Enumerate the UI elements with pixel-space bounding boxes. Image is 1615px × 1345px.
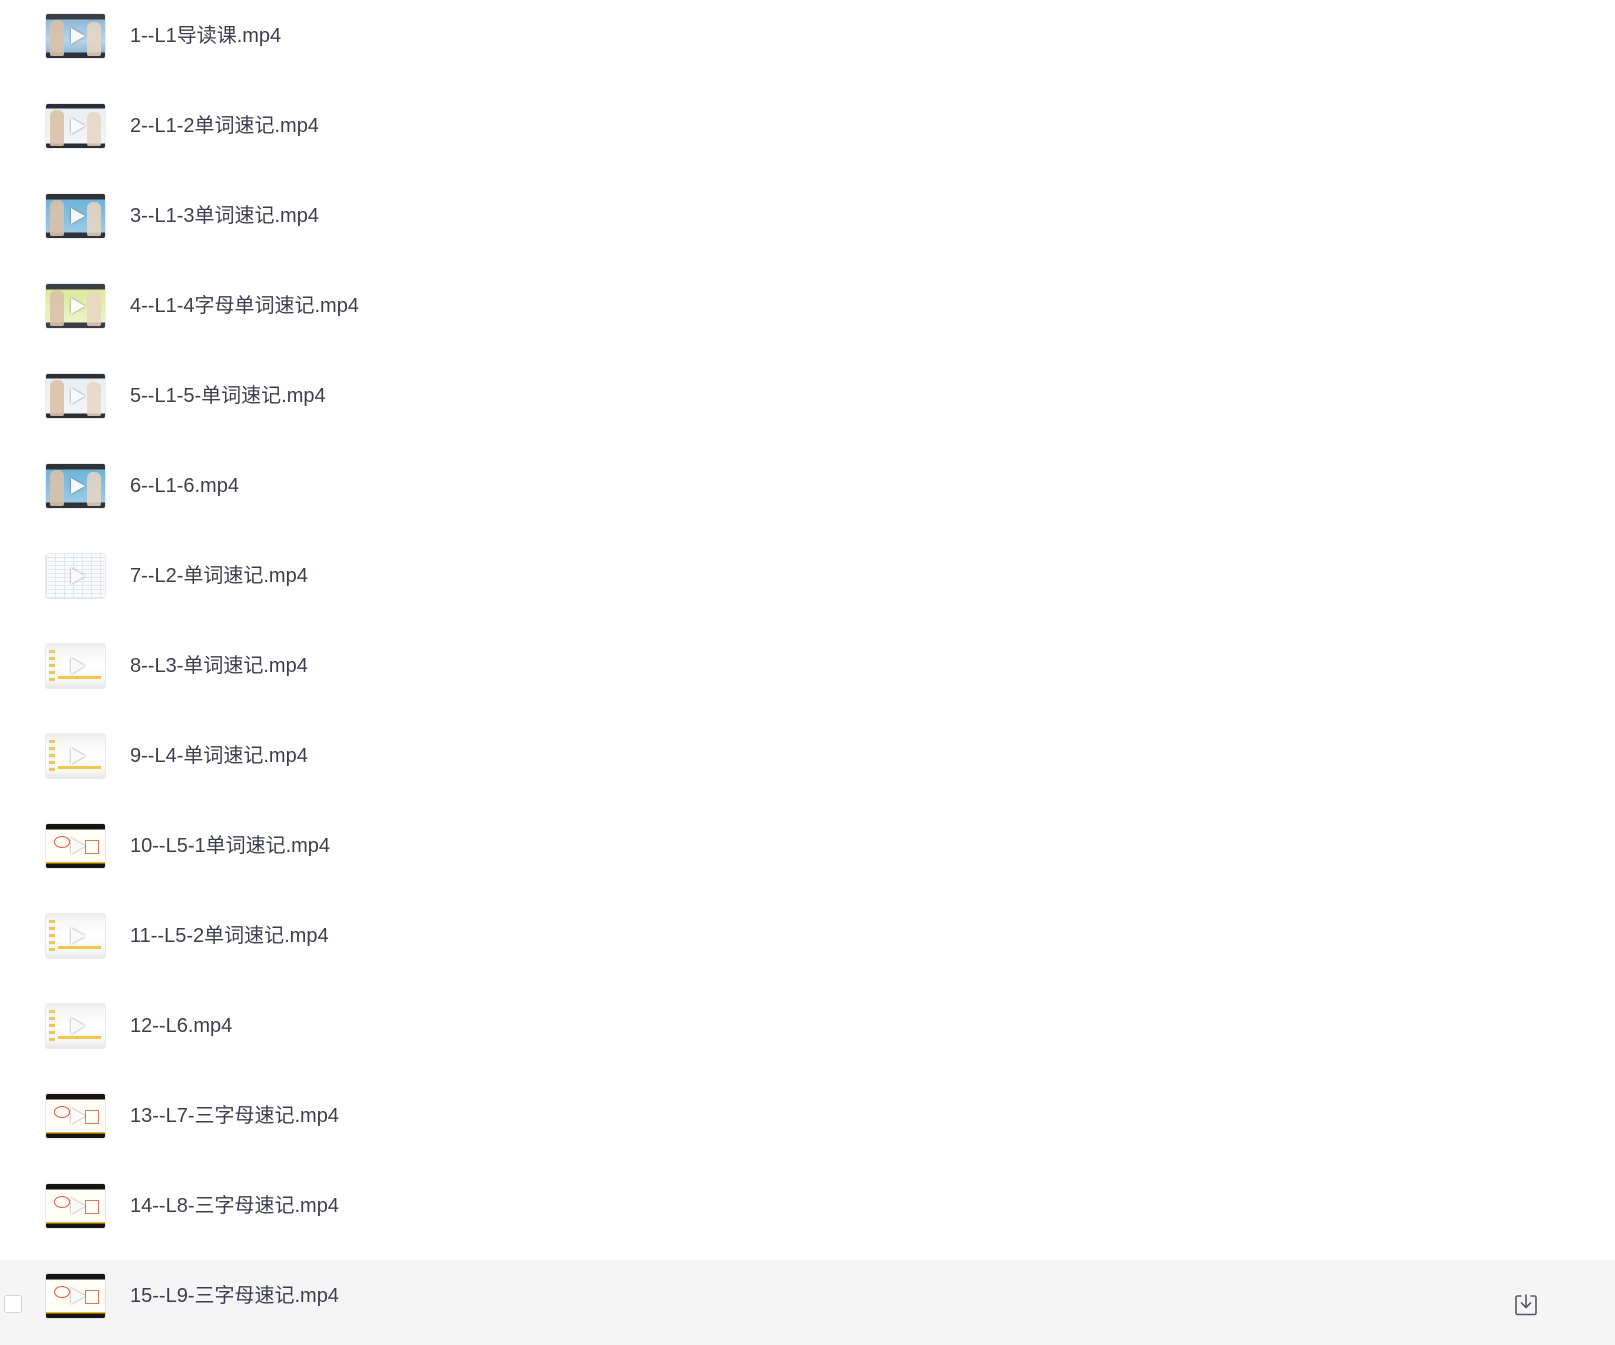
play-icon [70,388,85,404]
file-row-3[interactable]: 3--L1-3单词速记.mp4 [0,180,1615,270]
file-row-10[interactable]: 10--L5-1单词速记.mp4 [0,810,1615,900]
video-thumbnail[interactable] [46,1184,105,1228]
file-row-2[interactable]: 2--L1-2单词速记.mp4 [0,90,1615,180]
file-list: 1--L1导读课.mp4 2--L1-2单词速记.mp4 3--L1-3单词速记… [0,0,1615,1345]
play-icon [70,1018,85,1034]
video-thumbnail[interactable] [46,644,105,688]
video-thumbnail[interactable] [46,374,105,418]
video-thumbnail[interactable] [46,1274,105,1318]
video-thumbnail[interactable] [46,734,105,778]
file-name[interactable]: 2--L1-2单词速记.mp4 [130,112,319,140]
file-row-12[interactable]: 12--L6.mp4 [0,990,1615,1080]
video-thumbnail[interactable] [46,284,105,328]
file-name[interactable]: 1--L1导读课.mp4 [130,22,281,50]
file-name[interactable]: 3--L1-3单词速记.mp4 [130,202,319,230]
file-row-14[interactable]: 14--L8-三字母速记.mp4 [0,1170,1615,1260]
file-row-15[interactable]: 15--L9-三字母速记.mp4 [0,1260,1615,1345]
file-row-1[interactable]: 1--L1导读课.mp4 [0,0,1615,90]
play-icon [70,478,85,494]
video-thumbnail[interactable] [46,914,105,958]
file-name[interactable]: 5--L1-5-单词速记.mp4 [130,382,326,410]
download-icon[interactable] [1513,1292,1539,1318]
play-icon [70,928,85,944]
play-icon [70,568,85,584]
row-checkbox[interactable] [4,1295,22,1313]
video-thumbnail[interactable] [46,554,105,598]
play-icon [70,658,85,674]
play-icon [70,1288,85,1304]
play-icon [70,28,85,44]
file-name[interactable]: 13--L7-三字母速记.mp4 [130,1102,339,1130]
video-thumbnail[interactable] [46,14,105,58]
play-icon [70,118,85,134]
file-name[interactable]: 6--L1-6.mp4 [130,472,239,500]
video-thumbnail[interactable] [46,824,105,868]
file-name[interactable]: 11--L5-2单词速记.mp4 [130,922,329,950]
file-row-11[interactable]: 11--L5-2单词速记.mp4 [0,900,1615,990]
file-row-5[interactable]: 5--L1-5-单词速记.mp4 [0,360,1615,450]
file-name[interactable]: 15--L9-三字母速记.mp4 [130,1282,339,1310]
play-icon [70,1108,85,1124]
play-icon [70,298,85,314]
file-row-4[interactable]: 4--L1-4字母单词速记.mp4 [0,270,1615,360]
file-row-13[interactable]: 13--L7-三字母速记.mp4 [0,1080,1615,1170]
file-name[interactable]: 10--L5-1单词速记.mp4 [130,832,330,860]
file-name[interactable]: 9--L4-单词速记.mp4 [130,742,308,770]
video-thumbnail[interactable] [46,194,105,238]
file-name[interactable]: 7--L2-单词速记.mp4 [130,562,308,590]
video-thumbnail[interactable] [46,1094,105,1138]
video-thumbnail[interactable] [46,464,105,508]
file-name[interactable]: 14--L8-三字母速记.mp4 [130,1192,339,1220]
file-name[interactable]: 12--L6.mp4 [130,1012,232,1040]
play-icon [70,748,85,764]
file-row-9[interactable]: 9--L4-单词速记.mp4 [0,720,1615,810]
play-icon [70,208,85,224]
play-icon [70,838,85,854]
video-thumbnail[interactable] [46,1004,105,1048]
file-row-6[interactable]: 6--L1-6.mp4 [0,450,1615,540]
video-thumbnail[interactable] [46,104,105,148]
file-name[interactable]: 8--L3-单词速记.mp4 [130,652,308,680]
file-row-8[interactable]: 8--L3-单词速记.mp4 [0,630,1615,720]
play-icon [70,1198,85,1214]
file-name[interactable]: 4--L1-4字母单词速记.mp4 [130,292,359,320]
file-row-7[interactable]: 7--L2-单词速记.mp4 [0,540,1615,630]
